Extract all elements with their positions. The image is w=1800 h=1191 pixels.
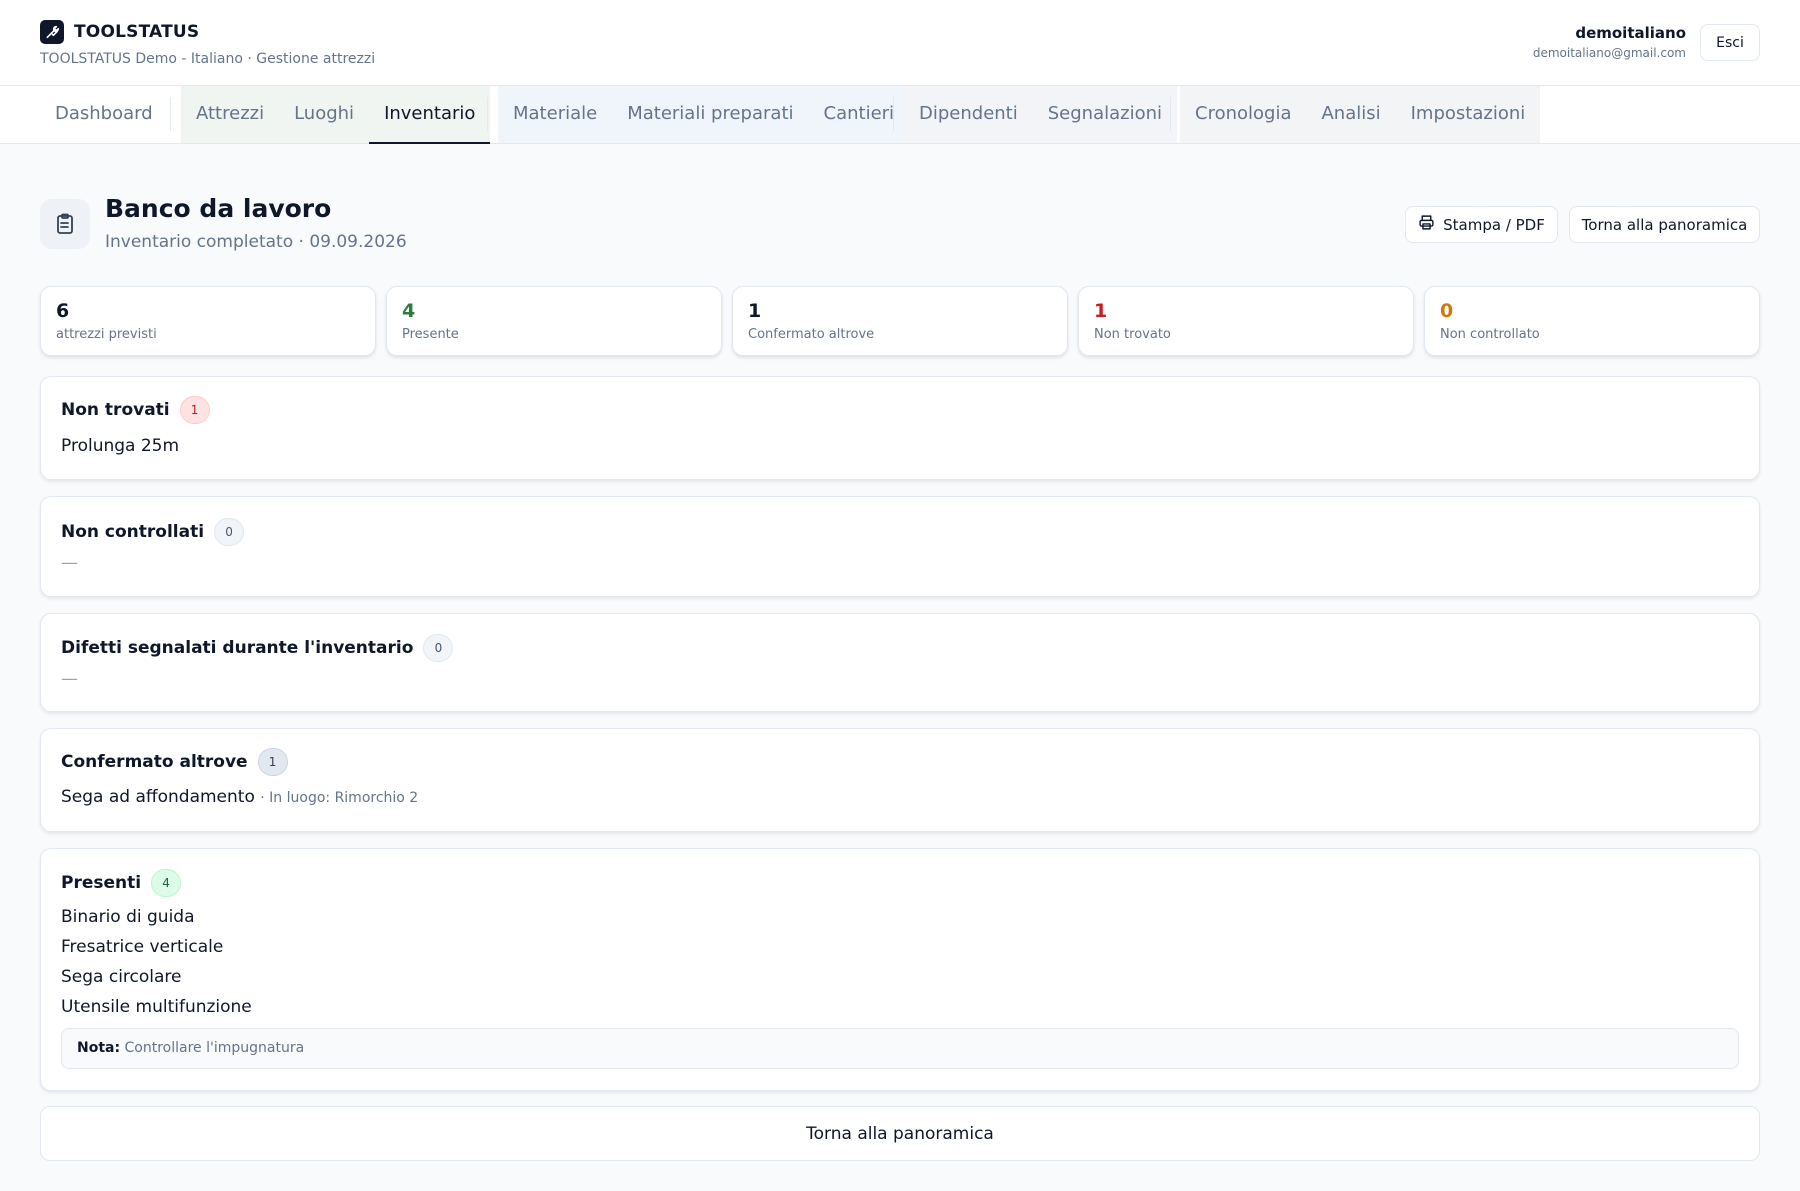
tab-cronologia[interactable]: Cronologia bbox=[1180, 86, 1306, 143]
tab-attrezzi[interactable]: Attrezzi bbox=[181, 86, 279, 143]
count-badge: 4 bbox=[151, 869, 182, 897]
stat-card-expected: 6 attrezzi previsti bbox=[40, 286, 376, 356]
nav-divider bbox=[170, 97, 171, 131]
tab-luoghi[interactable]: Luoghi bbox=[279, 86, 369, 143]
wrench-icon bbox=[40, 20, 64, 44]
stat-card-elsewhere: 1 Confermato altrove bbox=[732, 286, 1068, 356]
section-confirmed-elsewhere: Confermato altrove 1 Sega ad affondament… bbox=[40, 728, 1760, 832]
page-subtitle: Inventario completato · 09.09.2026 bbox=[105, 232, 407, 252]
stat-label: attrezzi previsti bbox=[56, 327, 157, 342]
tab-materiali-preparati[interactable]: Materiali preparati bbox=[612, 86, 808, 143]
nav-group-home: Dashboard bbox=[40, 86, 168, 143]
count-badge: 1 bbox=[257, 748, 288, 776]
tab-dipendenti[interactable]: Dipendenti bbox=[904, 86, 1033, 143]
nav-group-tools: Attrezzi Luoghi Inventario bbox=[181, 86, 491, 144]
empty-placeholder: — bbox=[61, 553, 78, 573]
print-pdf-button[interactable]: Stampa / PDF bbox=[1405, 206, 1558, 243]
main-nav: Dashboard Attrezzi Luoghi Inventario Mat… bbox=[0, 86, 1800, 144]
section-not-checked: Non controllati 0 — bbox=[40, 496, 1760, 597]
count-badge: 1 bbox=[179, 396, 210, 424]
section-title: Presenti bbox=[61, 873, 142, 893]
section-title: Difetti segnalati durante l'inventario bbox=[61, 638, 414, 658]
back-to-overview-button[interactable]: Torna alla panoramica bbox=[1569, 206, 1760, 243]
nav-divider bbox=[1170, 97, 1171, 131]
stat-label: Non controllato bbox=[1440, 327, 1540, 342]
tab-dashboard[interactable]: Dashboard bbox=[40, 86, 168, 143]
tab-analisi[interactable]: Analisi bbox=[1306, 86, 1395, 143]
list-item: Sega circolare bbox=[61, 967, 182, 987]
user-name: demoitaliano bbox=[1575, 24, 1686, 42]
count-badge: 0 bbox=[214, 518, 245, 546]
section-present: Presenti 4 Binario di guida Fresatrice v… bbox=[40, 848, 1760, 1091]
tab-materiale[interactable]: Materiale bbox=[498, 86, 612, 143]
section-title: Confermato altrove bbox=[61, 752, 248, 772]
brand: TOOLSTATUS TOOLSTATUS Demo - Italiano · … bbox=[40, 20, 375, 67]
nav-divider bbox=[893, 97, 894, 131]
print-pdf-label: Stampa / PDF bbox=[1443, 215, 1545, 234]
logout-button[interactable]: Esci bbox=[1700, 24, 1760, 61]
tab-segnalazioni[interactable]: Segnalazioni bbox=[1033, 86, 1177, 143]
user-email: demoitaliano@gmail.com bbox=[1532, 46, 1686, 60]
user-info: demoitaliano demoitaliano@gmail.com bbox=[1533, 24, 1686, 60]
stat-value: 0 bbox=[1440, 300, 1454, 322]
item-name: Sega ad affondamento bbox=[61, 787, 255, 807]
stat-value: 1 bbox=[1094, 300, 1108, 322]
clipboard-icon bbox=[40, 199, 90, 249]
nav-group-admin: Cronologia Analisi Impostazioni bbox=[1180, 86, 1541, 143]
list-item: Binario di guida bbox=[61, 907, 195, 927]
stat-label: Presente bbox=[402, 327, 459, 342]
note-box: Nota: Controllare l'impugnatura bbox=[61, 1028, 1739, 1069]
item-location: · In luogo: Rimorchio 2 bbox=[260, 790, 419, 806]
section-not-found: Non trovati 1 Prolunga 25m bbox=[40, 376, 1760, 480]
printer-icon bbox=[1418, 214, 1435, 235]
nav-group-people: Dipendenti Segnalazioni bbox=[904, 86, 1178, 143]
tab-inventario[interactable]: Inventario bbox=[369, 86, 491, 144]
top-bar: TOOLSTATUS TOOLSTATUS Demo - Italiano · … bbox=[0, 0, 1800, 86]
list-item: Fresatrice verticale bbox=[61, 937, 224, 957]
section-title: Non trovati bbox=[61, 400, 170, 420]
stat-value: 6 bbox=[56, 300, 70, 322]
page-title: Banco da lavoro bbox=[105, 194, 332, 223]
app-subtitle: TOOLSTATUS Demo - Italiano · Gestione at… bbox=[40, 51, 376, 67]
section-title: Non controllati bbox=[61, 522, 205, 542]
stat-value: 1 bbox=[748, 300, 762, 322]
stat-label: Non trovato bbox=[1094, 327, 1171, 342]
tab-impostazioni[interactable]: Impostazioni bbox=[1396, 86, 1541, 143]
stat-value: 4 bbox=[402, 300, 416, 322]
list-item: Prolunga 25m bbox=[61, 436, 180, 456]
stat-card-not-checked: 0 Non controllato bbox=[1424, 286, 1760, 356]
section-defects: Difetti segnalati durante l'inventario 0… bbox=[40, 613, 1760, 712]
bottom-back-button[interactable]: Torna alla panoramica bbox=[40, 1106, 1760, 1161]
app-name: TOOLSTATUS bbox=[74, 22, 200, 42]
stat-card-not-found: 1 Non trovato bbox=[1078, 286, 1414, 356]
empty-placeholder: — bbox=[61, 669, 78, 689]
stat-label: Confermato altrove bbox=[748, 327, 875, 342]
nav-group-materials: Materiale Materiali preparati Cantieri bbox=[498, 86, 910, 143]
nav-divider bbox=[487, 97, 488, 131]
count-badge: 0 bbox=[423, 634, 454, 662]
note-label: Nota: bbox=[77, 1040, 121, 1056]
note-text: Controllare l'impugnatura bbox=[124, 1040, 305, 1056]
list-item: Sega ad affondamento · In luogo: Rimorch… bbox=[61, 787, 418, 807]
list-item: Utensile multifunzione bbox=[61, 997, 252, 1017]
stat-card-present: 4 Presente bbox=[386, 286, 722, 356]
